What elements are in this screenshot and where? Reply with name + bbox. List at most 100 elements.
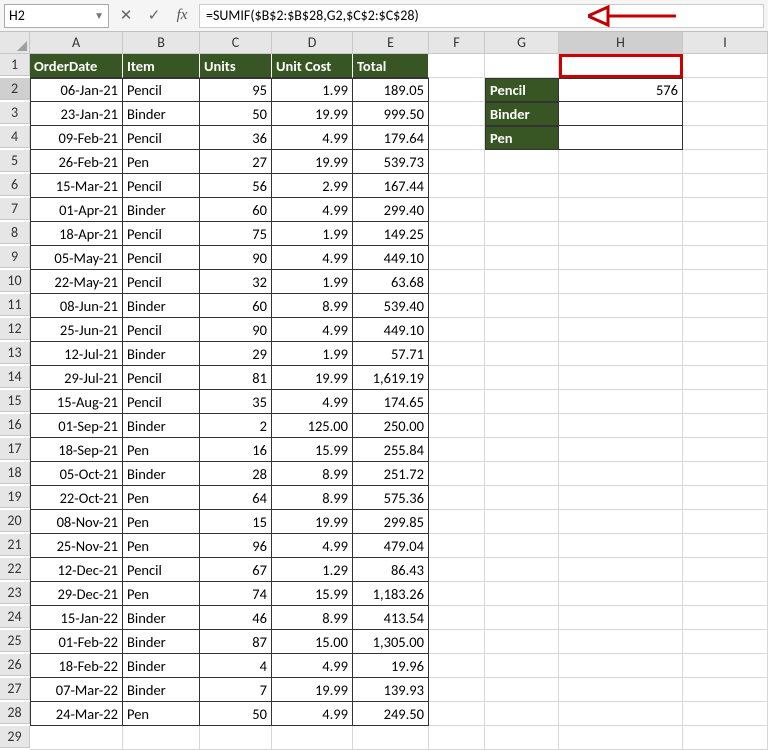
cell-I10[interactable] — [683, 270, 768, 294]
cell-A27[interactable]: 07-Mar-22 — [30, 678, 123, 702]
cell-A15[interactable]: 15-Aug-21 — [30, 390, 123, 414]
cell-A7[interactable]: 01-Apr-21 — [30, 198, 123, 222]
cell-F25[interactable] — [429, 630, 485, 654]
cell-H25[interactable] — [559, 630, 683, 654]
cell-F5[interactable] — [429, 150, 485, 174]
cell-I6[interactable] — [683, 174, 768, 198]
cell-H19[interactable] — [559, 486, 683, 510]
row-header-20[interactable]: 20 — [0, 510, 30, 532]
cell-E29[interactable] — [353, 726, 429, 750]
cell-F21[interactable] — [429, 534, 485, 558]
cell-C17[interactable]: 16 — [200, 438, 272, 462]
cell-G25[interactable] — [485, 630, 559, 654]
row-header-4[interactable]: 4 — [0, 126, 30, 148]
cell-H12[interactable] — [559, 318, 683, 342]
cell-E22[interactable]: 86.43 — [353, 558, 429, 582]
cell-F10[interactable] — [429, 270, 485, 294]
cell-I5[interactable] — [683, 150, 768, 174]
cell-F1[interactable] — [429, 54, 485, 78]
cell-B14[interactable]: Pencil — [123, 366, 200, 390]
cell-E9[interactable]: 449.10 — [353, 246, 429, 270]
cell-F13[interactable] — [429, 342, 485, 366]
cell-G8[interactable] — [485, 222, 559, 246]
cell-H16[interactable] — [559, 414, 683, 438]
cell-F27[interactable] — [429, 678, 485, 702]
cell-B4[interactable]: Pencil — [123, 126, 200, 150]
cell-H29[interactable] — [559, 726, 683, 750]
cell-E2[interactable]: 189.05 — [353, 78, 429, 102]
cancel-formula-button[interactable]: ✕ — [115, 6, 137, 25]
cell-B17[interactable]: Pen — [123, 438, 200, 462]
cell-I2[interactable] — [683, 78, 768, 102]
cell-I7[interactable] — [683, 198, 768, 222]
cell-H6[interactable] — [559, 174, 683, 198]
cell-D24[interactable]: 8.99 — [272, 606, 353, 630]
cell-H23[interactable] — [559, 582, 683, 606]
cell-A13[interactable]: 12-Jul-21 — [30, 342, 123, 366]
cell-F28[interactable] — [429, 702, 485, 726]
cell-D7[interactable]: 4.99 — [272, 198, 353, 222]
cell-D25[interactable]: 15.00 — [272, 630, 353, 654]
cell-D6[interactable]: 2.99 — [272, 174, 353, 198]
cell-F29[interactable] — [429, 726, 485, 750]
cell-C21[interactable]: 96 — [200, 534, 272, 558]
cell-B13[interactable]: Binder — [123, 342, 200, 366]
cell-D23[interactable]: 15.99 — [272, 582, 353, 606]
col-header-H[interactable]: H — [559, 32, 683, 54]
cell-B12[interactable]: Pencil — [123, 318, 200, 342]
row-header-2[interactable]: 2 — [0, 78, 30, 100]
cell-B3[interactable]: Binder — [123, 102, 200, 126]
cell-D4[interactable]: 4.99 — [272, 126, 353, 150]
cell-E10[interactable]: 63.68 — [353, 270, 429, 294]
cell-D5[interactable]: 19.99 — [272, 150, 353, 174]
cell-H28[interactable] — [559, 702, 683, 726]
cell-A16[interactable]: 01-Sep-21 — [30, 414, 123, 438]
cell-D22[interactable]: 1.29 — [272, 558, 353, 582]
cell-D14[interactable]: 19.99 — [272, 366, 353, 390]
cell-D21[interactable]: 4.99 — [272, 534, 353, 558]
row-header-26[interactable]: 26 — [0, 654, 30, 676]
row-header-22[interactable]: 22 — [0, 558, 30, 580]
cell-E18[interactable]: 251.72 — [353, 462, 429, 486]
cell-B8[interactable]: Pencil — [123, 222, 200, 246]
cell-D16[interactable]: 125.00 — [272, 414, 353, 438]
cell-B20[interactable]: Pen — [123, 510, 200, 534]
cell-I22[interactable] — [683, 558, 768, 582]
cell-E25[interactable]: 1,305.00 — [353, 630, 429, 654]
cell-F14[interactable] — [429, 366, 485, 390]
cell-H22[interactable] — [559, 558, 683, 582]
cell-G7[interactable] — [485, 198, 559, 222]
cell-E23[interactable]: 1,183.26 — [353, 582, 429, 606]
cell-A14[interactable]: 29-Jul-21 — [30, 366, 123, 390]
cell-C26[interactable]: 4 — [200, 654, 272, 678]
cell-F20[interactable] — [429, 510, 485, 534]
cell-B24[interactable]: Binder — [123, 606, 200, 630]
row-header-3[interactable]: 3 — [0, 102, 30, 124]
row-header-27[interactable]: 27 — [0, 678, 30, 700]
cell-I18[interactable] — [683, 462, 768, 486]
cell-H24[interactable] — [559, 606, 683, 630]
cell-C27[interactable]: 7 — [200, 678, 272, 702]
chevron-down-icon[interactable]: ▼ — [94, 9, 104, 22]
insert-function-button[interactable]: fx — [171, 7, 193, 24]
cell-G4[interactable]: Pen — [485, 126, 559, 150]
cell-A9[interactable]: 05-May-21 — [30, 246, 123, 270]
cell-B10[interactable]: Pencil — [123, 270, 200, 294]
cell-B11[interactable]: Binder — [123, 294, 200, 318]
cell-D3[interactable]: 19.99 — [272, 102, 353, 126]
cell-H14[interactable] — [559, 366, 683, 390]
cell-G22[interactable] — [485, 558, 559, 582]
row-header-23[interactable]: 23 — [0, 582, 30, 604]
cell-A18[interactable]: 05-Oct-21 — [30, 462, 123, 486]
cell-I11[interactable] — [683, 294, 768, 318]
cell-E20[interactable]: 299.85 — [353, 510, 429, 534]
cell-D20[interactable]: 19.99 — [272, 510, 353, 534]
cell-A11[interactable]: 08-Jun-21 — [30, 294, 123, 318]
cell-H8[interactable] — [559, 222, 683, 246]
cell-G15[interactable] — [485, 390, 559, 414]
cell-H15[interactable] — [559, 390, 683, 414]
cell-C23[interactable]: 74 — [200, 582, 272, 606]
cell-G11[interactable] — [485, 294, 559, 318]
cell-C20[interactable]: 15 — [200, 510, 272, 534]
cell-C5[interactable]: 27 — [200, 150, 272, 174]
